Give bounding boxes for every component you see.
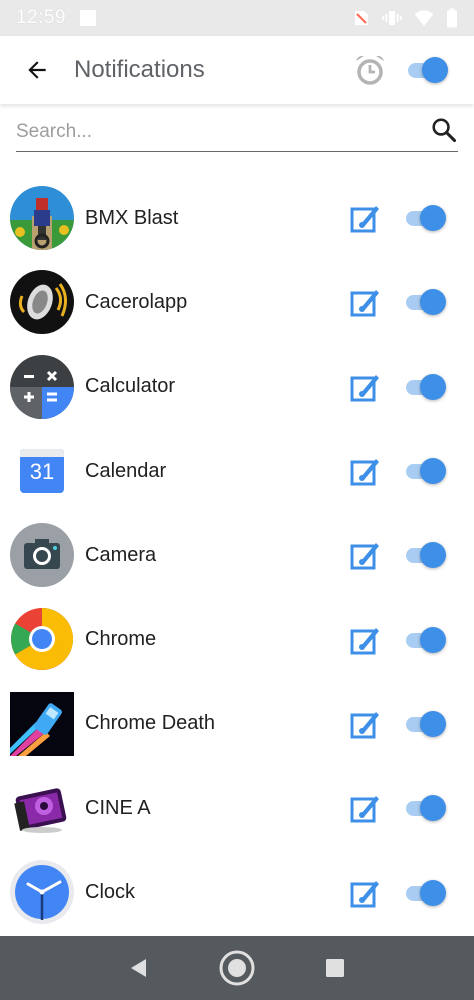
arrow-back-icon — [28, 61, 46, 79]
app-notification-toggle[interactable] — [402, 287, 448, 317]
edit-notification-button[interactable] — [349, 708, 381, 740]
list-item: Clock — [0, 850, 474, 934]
edit-notification-button[interactable] — [349, 371, 381, 403]
circle-home-icon — [219, 950, 255, 986]
edit-notification-button[interactable] — [349, 792, 381, 824]
list-item: Cacerolapp — [0, 260, 474, 344]
nav-recents-button[interactable] — [315, 948, 355, 988]
toggle-thumb — [422, 57, 448, 83]
toggle-thumb — [420, 795, 446, 822]
triangle-back-icon — [131, 959, 146, 977]
battery-icon — [447, 8, 457, 28]
system-nav-bar — [0, 936, 474, 1000]
edit-notification-button[interactable] — [349, 877, 381, 909]
app-name: Camera — [85, 543, 157, 566]
nav-back-button[interactable] — [119, 948, 159, 988]
list-item: 31 Calendar — [0, 429, 474, 513]
alarm-button[interactable] — [350, 50, 390, 90]
edit-notification-button[interactable] — [349, 455, 381, 487]
app-name: Clock — [85, 881, 136, 904]
notification-square-icon — [80, 10, 97, 26]
toggle-thumb — [420, 879, 446, 906]
camera-icon — [10, 523, 74, 588]
nav-home-button[interactable] — [217, 948, 257, 988]
calendar-day: 31 — [29, 458, 55, 484]
app-notification-toggle[interactable] — [402, 878, 448, 908]
bmx-blast-icon — [10, 186, 74, 250]
edit-notification-button[interactable] — [349, 624, 381, 656]
app-name: CINE A — [85, 796, 151, 819]
list-item: Chrome Death — [0, 682, 474, 766]
app-name: Calculator — [85, 375, 176, 398]
notifications-screen: 12:59 Notifications Search... BMX Blast … — [0, 0, 474, 1000]
calendar-icon: 31 — [10, 439, 74, 503]
app-list: BMX Blast Cacerolapp Calculator 31 Calen… — [0, 176, 474, 935]
list-item: Chrome — [0, 597, 474, 681]
app-name: Chrome — [85, 628, 157, 651]
alarm-clock-icon — [356, 55, 384, 85]
list-item: Camera — [0, 513, 474, 597]
search-bar — [16, 112, 458, 152]
list-item: CINE A — [0, 766, 474, 850]
status-bar: 12:59 — [0, 0, 474, 36]
edit-notification-button[interactable] — [349, 539, 381, 571]
status-time: 12:59 — [16, 7, 67, 28]
app-name: Cacerolapp — [85, 290, 188, 313]
page-title: Notifications — [74, 56, 205, 83]
toggle-thumb — [420, 373, 446, 400]
search-button[interactable] — [430, 116, 458, 144]
toggle-thumb — [420, 710, 446, 737]
app-name: BMX Blast — [85, 206, 179, 229]
toggle-thumb — [420, 289, 446, 316]
search-input[interactable] — [16, 113, 416, 150]
app-notification-toggle[interactable] — [402, 203, 448, 233]
edit-notification-button[interactable] — [349, 202, 381, 234]
status-icons — [352, 8, 458, 28]
back-button[interactable] — [17, 50, 57, 90]
toggle-thumb — [420, 458, 446, 485]
clock-icon — [10, 860, 74, 925]
square-recents-icon — [326, 959, 344, 977]
calculator-icon — [10, 354, 74, 419]
app-name: Chrome Death — [85, 712, 216, 735]
app-notification-toggle[interactable] — [402, 625, 448, 655]
toggle-thumb — [420, 542, 446, 569]
search-icon — [432, 118, 457, 143]
cacerolapp-icon — [10, 270, 74, 335]
app-bar: Notifications — [0, 36, 474, 104]
vibrate-icon — [382, 11, 402, 25]
list-item: BMX Blast — [0, 176, 474, 260]
app-notification-toggle[interactable] — [402, 456, 448, 486]
app-notification-toggle[interactable] — [402, 793, 448, 823]
cine-a-icon — [14, 788, 67, 834]
app-notification-toggle[interactable] — [402, 709, 448, 739]
chrome-icon — [11, 608, 73, 671]
app-name: Calendar — [85, 459, 167, 482]
edit-notification-button[interactable] — [349, 286, 381, 318]
toggle-thumb — [420, 205, 446, 232]
toggle-thumb — [420, 626, 446, 653]
chrome-death-icon — [10, 691, 74, 756]
wifi-icon — [414, 10, 434, 26]
app-notification-toggle[interactable] — [402, 540, 448, 570]
no-sim-icon — [355, 11, 368, 25]
app-notification-toggle[interactable] — [402, 372, 448, 402]
list-item: Calculator — [0, 345, 474, 429]
master-notifications-toggle[interactable] — [404, 55, 450, 85]
